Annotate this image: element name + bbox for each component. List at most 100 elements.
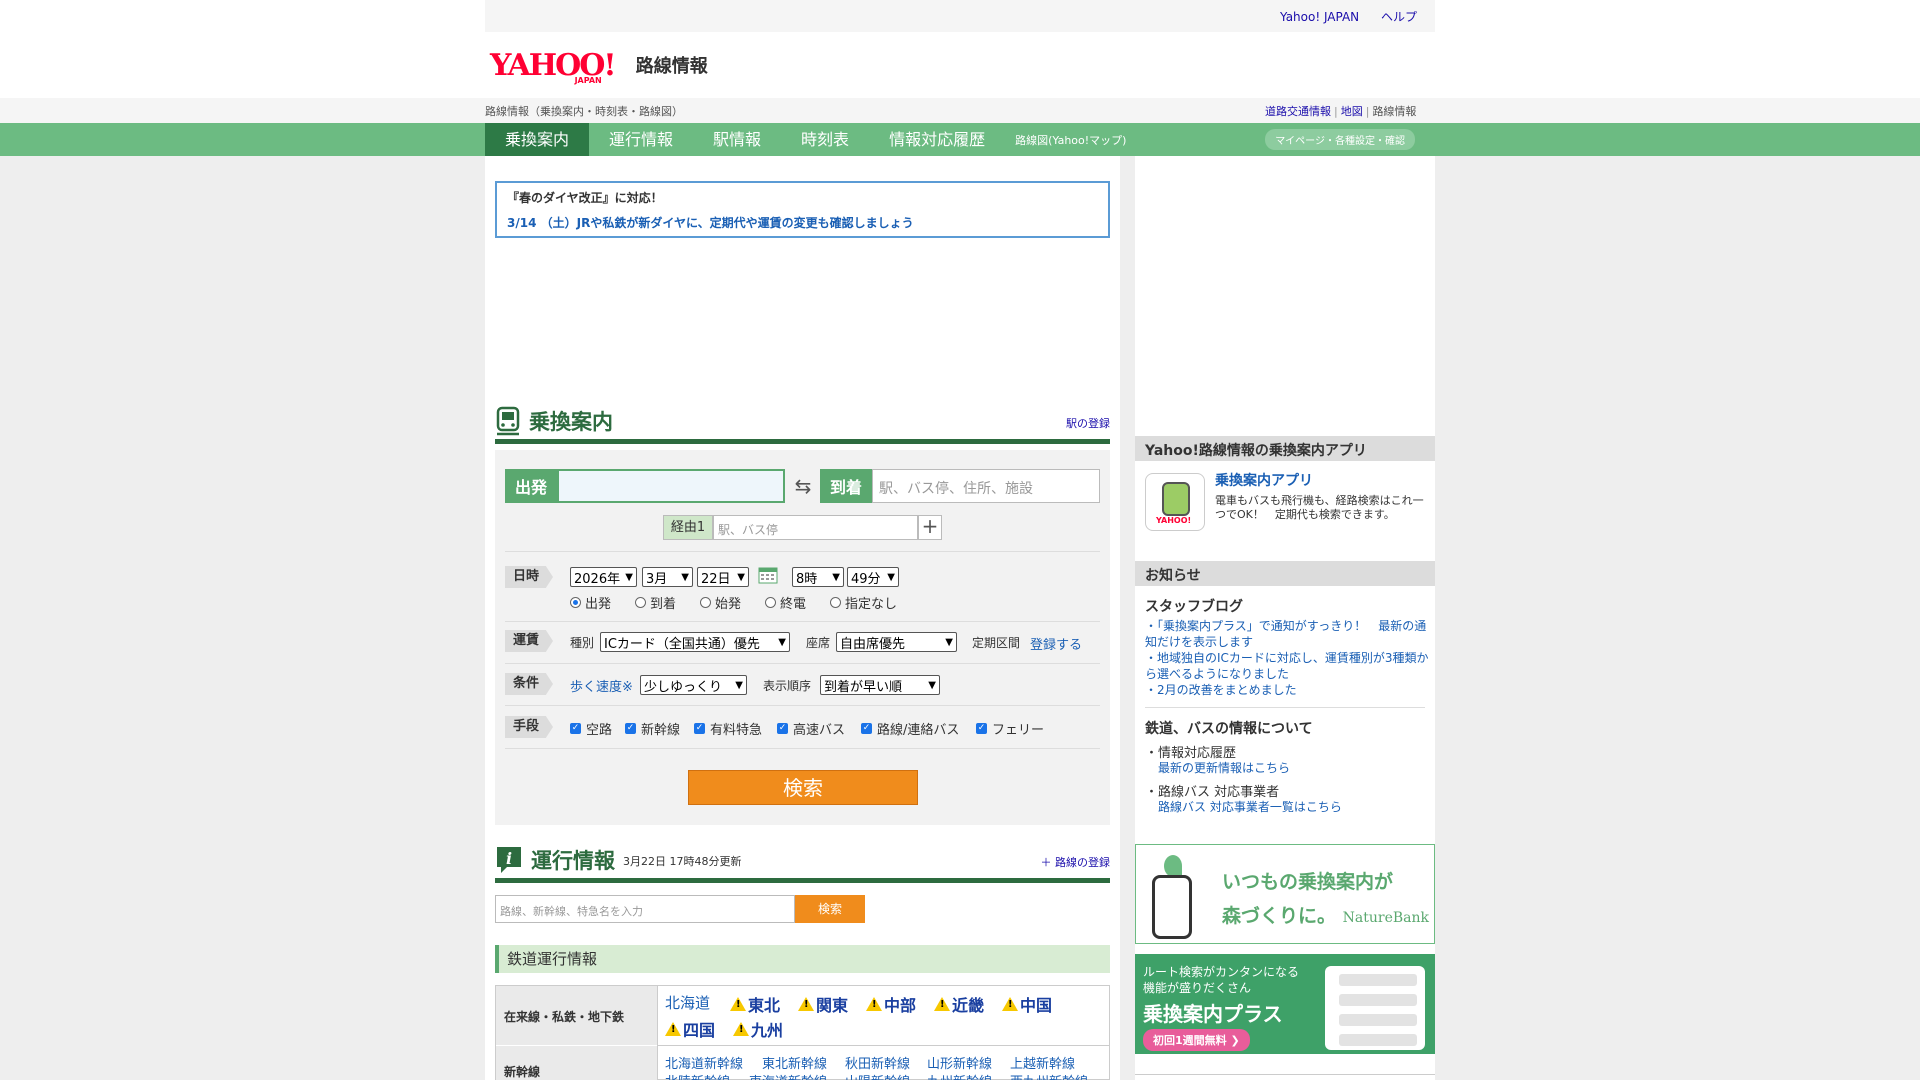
swap-icon[interactable]: ⇆ bbox=[790, 474, 816, 498]
radio-last-train[interactable]: 終電 bbox=[765, 593, 806, 612]
radio-label: 到着 bbox=[650, 597, 677, 612]
region-label: 東北 bbox=[748, 996, 781, 1015]
seat-label: 座席 bbox=[806, 636, 831, 650]
naturebank-banner[interactable]: いつもの乗換案内が 森づくりに。 NatureBank bbox=[1135, 844, 1435, 944]
tab-timetable[interactable]: 時刻表 bbox=[781, 123, 869, 156]
shinkansen-hokuriku[interactable]: 北陸新幹線 bbox=[665, 1071, 730, 1080]
search-button[interactable]: 検索 bbox=[688, 770, 918, 805]
radio-dot bbox=[635, 597, 646, 608]
add-via-icon[interactable]: + bbox=[918, 515, 942, 540]
shinkansen-sanyo[interactable]: 山陽新幹線 bbox=[845, 1071, 910, 1080]
shinkansen-tohoku[interactable]: 東北新幹線 bbox=[762, 1053, 827, 1072]
check-air[interactable]: ✓ 空路 bbox=[570, 719, 612, 738]
map-link[interactable]: 地図 bbox=[1341, 105, 1363, 118]
radio-first-train[interactable]: 始発 bbox=[700, 593, 741, 612]
check-limited-express[interactable]: ✓ 有料特急 bbox=[694, 719, 762, 738]
commuter-label: 定期区間 bbox=[972, 636, 1021, 650]
banner-subtitle: ルート検索がカンタンになる 機能が盛りだくさん bbox=[1143, 965, 1300, 995]
radio-dot bbox=[570, 597, 581, 608]
region-kanto[interactable]: 関東 bbox=[798, 992, 848, 1016]
check-local-bus[interactable]: ✓ 路線/連絡バス bbox=[861, 719, 959, 738]
radio-arrival[interactable]: 到着 bbox=[635, 593, 676, 612]
site-logo[interactable]: YAHOO! JAPAN 路線情報 bbox=[490, 45, 708, 86]
tab-operation-info[interactable]: 運行情報 bbox=[589, 123, 693, 156]
to-input[interactable]: 駅、バス停、住所、施設 bbox=[872, 469, 1100, 503]
norikae-plus-banner[interactable]: ルート検索がカンタンになる 機能が盛りだくさん 乗換案内プラス 初回1週間無料 … bbox=[1135, 954, 1435, 1054]
seat-select[interactable]: 自由席優先 ▼ bbox=[836, 632, 957, 652]
shinkansen-tokaido[interactable]: 東海道新幹線 bbox=[749, 1071, 827, 1080]
checkbox: ✓ bbox=[777, 723, 788, 734]
check-shinkansen[interactable]: ✓ 新幹線 bbox=[625, 719, 680, 738]
region-shikoku[interactable]: 四国 bbox=[665, 1017, 715, 1041]
month-select[interactable]: 3月 ▼ bbox=[642, 567, 693, 587]
from-input[interactable] bbox=[557, 469, 785, 503]
operation-search-button[interactable]: 検索 bbox=[795, 895, 865, 923]
notice-detail[interactable]: 3/14 （土）JRや私鉄が新ダイヤに、定期代や運賃の変更も確認しましょう bbox=[507, 214, 1098, 231]
route-search-title: 乗換案内 bbox=[529, 410, 613, 434]
app-title-link[interactable]: 乗換案内アプリ bbox=[1215, 470, 1313, 490]
divider bbox=[1135, 1074, 1435, 1075]
shinkansen-joetsu[interactable]: 上越新幹線 bbox=[1010, 1053, 1075, 1072]
region-chugoku[interactable]: 中国 bbox=[1002, 992, 1052, 1016]
radio-label: 始発 bbox=[715, 597, 742, 612]
fare-label: 運賃 bbox=[505, 630, 553, 652]
bus-operators-link[interactable]: 路線バス 対応事業者一覧はこちら bbox=[1158, 798, 1342, 815]
news-section-header: お知らせ bbox=[1135, 561, 1435, 586]
warning-icon bbox=[730, 997, 746, 1011]
shinkansen-hokkaido[interactable]: 北海道新幹線 bbox=[665, 1053, 743, 1072]
region-chubu[interactable]: 中部 bbox=[866, 992, 916, 1016]
commuter-register-link[interactable]: 登録する bbox=[1030, 634, 1082, 653]
order-select[interactable]: 到着が早い順 ▼ bbox=[820, 675, 940, 695]
route-register-link[interactable]: ＋ 路線の登録 bbox=[1041, 854, 1111, 870]
region-kinki[interactable]: 近畿 bbox=[934, 992, 984, 1016]
region-kyushu[interactable]: 九州 bbox=[733, 1017, 783, 1041]
train-app-icon bbox=[1162, 482, 1190, 516]
fare-type-select[interactable]: ICカード（全国共通）優先 ▼ bbox=[600, 632, 790, 652]
check-ferry[interactable]: ✓ フェリー bbox=[976, 719, 1044, 738]
radio-departure[interactable]: 出発 bbox=[570, 593, 611, 612]
walk-speed-link[interactable]: 歩く速度※ bbox=[570, 676, 633, 695]
via-input[interactable]: 駅、バス停 bbox=[713, 515, 918, 540]
minute-select[interactable]: 49分 ▼ bbox=[847, 567, 899, 587]
shinkansen-nishikyushu[interactable]: 西九州新幹線 bbox=[1010, 1071, 1088, 1080]
info-history-link[interactable]: 最新の更新情報はこちら bbox=[1158, 759, 1290, 776]
shinkansen-kyushu[interactable]: 九州新幹線 bbox=[927, 1071, 992, 1080]
blog-item[interactable]: ・地域独自のICカードに対応し、運賃種別が3種類から選べるようになりました bbox=[1145, 650, 1430, 682]
calendar-icon[interactable] bbox=[758, 566, 778, 584]
help-link[interactable]: ヘルプ bbox=[1381, 10, 1417, 24]
radio-dot bbox=[765, 597, 776, 608]
blog-item[interactable]: ・2月の改善をまとめました bbox=[1145, 682, 1430, 698]
mypage-button[interactable]: マイページ・各種設定・確認 bbox=[1265, 129, 1415, 150]
walk-speed-select[interactable]: 少しゆっくり ▼ bbox=[640, 675, 747, 695]
blog-item[interactable]: ・「乗換案内プラス」で通知がすっきり！ 最新の通知だけを表示します bbox=[1145, 618, 1430, 650]
divider bbox=[505, 621, 1100, 622]
check-highway-bus[interactable]: ✓ 高速バス bbox=[777, 719, 845, 738]
region-hokkaido[interactable]: 北海道 bbox=[665, 992, 710, 1013]
radio-unspecified[interactable]: 指定なし bbox=[830, 593, 897, 612]
region-tohoku[interactable]: 東北 bbox=[730, 992, 780, 1016]
app-icon[interactable]: YAHOO! bbox=[1145, 473, 1205, 531]
year-select[interactable]: 2026年 ▼ bbox=[570, 567, 637, 587]
day-select[interactable]: 22日 ▼ bbox=[697, 567, 749, 587]
current-service: 路線情報 bbox=[1372, 105, 1417, 118]
breadcrumb-bar bbox=[0, 98, 1920, 123]
warning-icon bbox=[733, 1022, 749, 1036]
notice-box[interactable]: 『春のダイヤ改正』に対応！ 3/14 （土）JRや私鉄が新ダイヤに、定期代や運賃… bbox=[495, 181, 1110, 238]
condition-label: 条件 bbox=[505, 673, 553, 695]
tab-info-history[interactable]: 情報対応履歴 bbox=[869, 123, 1005, 156]
region-label: 中国 bbox=[1020, 996, 1053, 1015]
operation-search-input[interactable]: 路線、新幹線、特急名を入力 bbox=[495, 895, 795, 923]
tab-route-search[interactable]: 乗換案内 bbox=[485, 123, 590, 156]
shinkansen-akita[interactable]: 秋田新幹線 bbox=[845, 1053, 910, 1072]
svg-text:i: i bbox=[506, 849, 512, 868]
station-register-link[interactable]: 駅の登録 bbox=[1066, 415, 1110, 431]
day-value: 22日 bbox=[701, 571, 731, 587]
road-traffic-link[interactable]: 道路交通情報 bbox=[1265, 105, 1331, 118]
route-map-link[interactable]: 路線図(Yahoo!マップ) bbox=[1015, 132, 1126, 148]
tab-station-info[interactable]: 駅情報 bbox=[693, 123, 781, 156]
yahoo-japan-link[interactable]: Yahoo! JAPAN bbox=[1280, 10, 1359, 24]
radio-dot bbox=[830, 597, 841, 608]
order-label: 表示順序 bbox=[763, 679, 812, 693]
hour-select[interactable]: 8時 ▼ bbox=[792, 567, 844, 587]
shinkansen-yamagata[interactable]: 山形新幹線 bbox=[927, 1053, 992, 1072]
